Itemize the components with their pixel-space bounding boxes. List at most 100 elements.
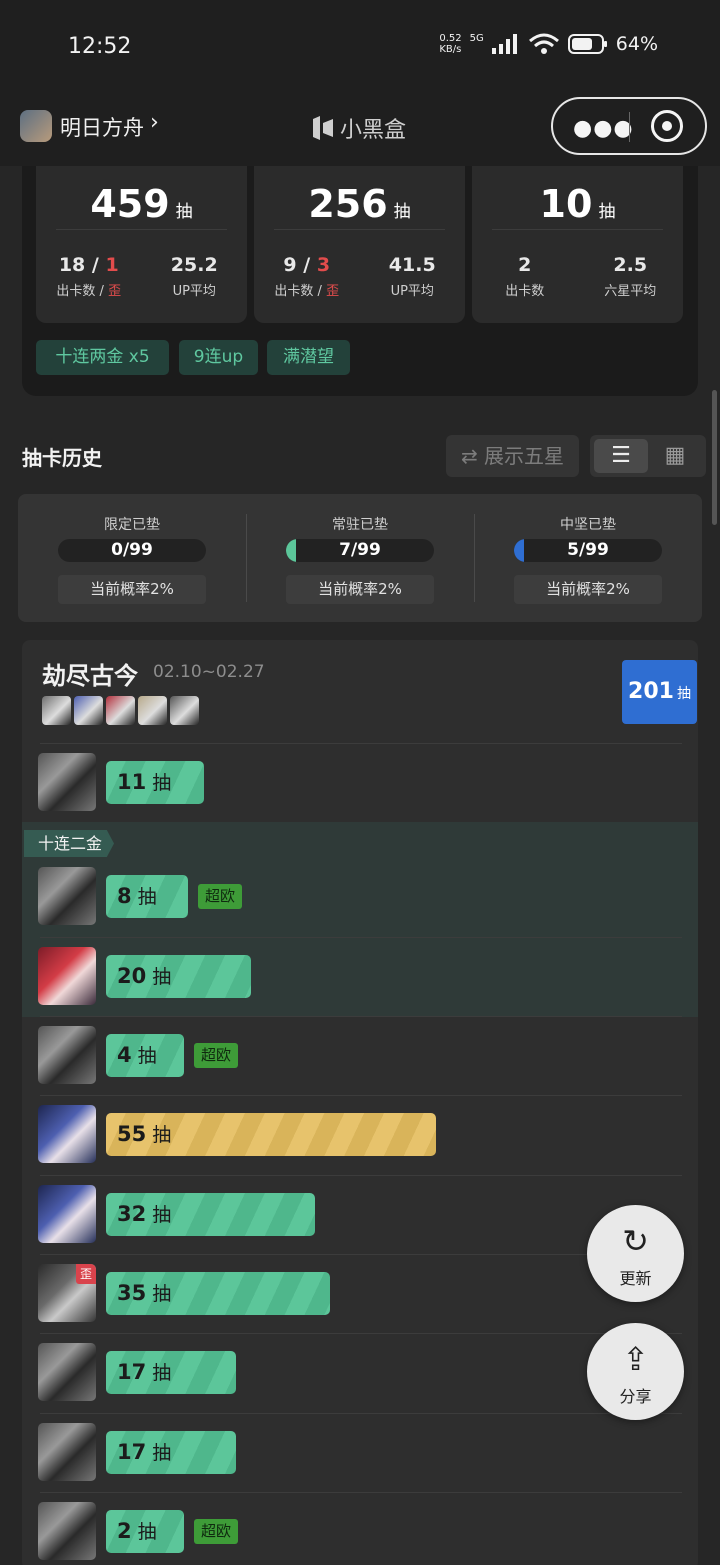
operator-avatar — [38, 753, 96, 811]
banner-operator-avatar — [42, 696, 71, 725]
pull-count-bar: 32 抽 — [106, 1193, 315, 1236]
app-avatar[interactable] — [20, 110, 52, 142]
row-divider — [40, 1492, 682, 1493]
row-divider — [40, 1413, 682, 1414]
brand-name: 小黑盒 — [340, 118, 407, 143]
wai-badge: 歪 — [76, 1264, 96, 1284]
operator-avatar — [38, 1343, 96, 1401]
battery-icon — [567, 34, 607, 54]
pull-row[interactable]: 11 抽 — [22, 743, 682, 822]
row-divider — [40, 1095, 682, 1096]
operator-avatar: 歪 — [38, 1264, 96, 1322]
operator-avatar — [38, 1423, 96, 1481]
network-type: 5G — [469, 33, 484, 44]
show-five-star-toggle[interactable]: ⇄ 展示五星 — [446, 435, 579, 477]
stat-divider — [56, 229, 227, 230]
banner-total-badge: 201 抽 — [622, 660, 697, 724]
stat-average: 2.5 六星平均 — [604, 254, 657, 299]
row-divider — [40, 1016, 682, 1017]
pull-count-bar: 20 抽 — [106, 955, 251, 998]
stat-count: 18 / 1 出卡数 / 歪 — [56, 254, 122, 299]
pull-row[interactable]: 2 抽超欧 — [22, 1492, 682, 1565]
stat-divider — [492, 229, 663, 230]
pity-label: 中坚已垫 — [560, 517, 616, 533]
signal-icon — [491, 34, 517, 54]
capsule-divider — [629, 112, 630, 142]
achievement-tag: 满潜望 — [267, 340, 350, 375]
stat-total: 10 抽 — [539, 182, 616, 226]
stat-divider — [274, 229, 445, 230]
pity-divider — [246, 514, 247, 602]
lucky-badge: 超欧 — [198, 884, 243, 909]
stat-average: 25.2 UP平均 — [170, 254, 218, 299]
pull-count-bar: 17 抽 — [106, 1351, 236, 1394]
pity-label: 常驻已垫 — [332, 517, 388, 533]
achievement-tag: 9连up — [179, 340, 258, 375]
status-icons: 0.52 KB/s 5G 64% — [439, 33, 658, 55]
pull-row[interactable]: 17 抽 — [22, 1413, 682, 1492]
stat-total: 459 抽 — [90, 182, 193, 226]
share-icon: ⇪ — [622, 1340, 649, 1378]
banner-dates: 02.10~02.27 — [153, 662, 265, 682]
pull-row[interactable]: 8 抽超欧 — [22, 857, 682, 936]
view-switch: ☰ ▦ — [590, 435, 706, 477]
share-button[interactable]: ⇪ 分享 — [587, 1323, 684, 1420]
status-time: 12:52 — [68, 34, 132, 59]
pity-value: 0/99 — [111, 540, 153, 560]
operator-avatar — [38, 1105, 96, 1163]
row-divider — [40, 743, 682, 744]
pity-value: 7/99 — [339, 540, 381, 560]
pull-row[interactable]: 4 抽超欧 — [22, 1016, 682, 1095]
row-divider — [40, 1175, 682, 1176]
pity-label: 限定已垫 — [104, 517, 160, 533]
pull-row[interactable]: 32 抽 — [22, 1175, 682, 1254]
close-target-icon[interactable] — [651, 110, 683, 142]
pull-count-bar: 4抽 — [106, 1034, 184, 1077]
banner-name: 劫尽古今 — [42, 662, 138, 690]
refresh-icon: ↻ — [622, 1222, 649, 1260]
scrollbar[interactable] — [712, 390, 717, 525]
history-title: 抽卡历史 — [22, 446, 102, 470]
operator-avatar — [38, 867, 96, 925]
pull-count-bar: 35 抽 — [106, 1272, 330, 1315]
pull-count-bar: 11 抽 — [106, 761, 204, 804]
stat-box: 459 抽 18 / 1 出卡数 / 歪 25.2 UP平均 — [36, 166, 247, 323]
net-speed: 0.52 KB/s — [439, 33, 462, 55]
pull-row[interactable]: 20 抽 — [22, 937, 682, 1016]
refresh-button[interactable]: ↻ 更新 — [587, 1205, 684, 1302]
lucky-badge: 超欧 — [194, 1043, 239, 1068]
lucky-badge: 超欧 — [194, 1519, 239, 1544]
list-view-icon[interactable]: ☰ — [594, 439, 648, 473]
achievement-tag: 十连两金 x5 — [36, 340, 169, 375]
wifi-icon — [528, 33, 559, 54]
stat-total: 256 抽 — [308, 182, 411, 226]
pity-rate: 当前概率2% — [514, 575, 662, 604]
stat-average: 41.5 UP平均 — [388, 254, 436, 299]
row-divider — [40, 1333, 682, 1334]
banner-operator-avatar — [170, 696, 199, 725]
operator-avatar — [38, 1185, 96, 1243]
brand-logo: 小黑盒 — [310, 112, 406, 144]
pity-rate: 当前概率2% — [58, 575, 206, 604]
pull-row[interactable]: 歪 35 抽 — [22, 1254, 682, 1333]
pull-row[interactable]: 17 抽 — [22, 1333, 682, 1412]
pity-rate: 当前概率2% — [286, 575, 434, 604]
operator-avatar — [38, 1502, 96, 1560]
stat-box: 256 抽 9 / 3 出卡数 / 歪 41.5 UP平均 — [254, 166, 465, 323]
banner-operator-avatar — [106, 696, 135, 725]
stat-box: 10 抽 2 出卡数 2.5 六星平均 — [472, 166, 683, 323]
row-divider — [40, 937, 682, 938]
ten-pull-label: 十连二金 — [24, 830, 115, 857]
pull-row[interactable]: 55 抽 — [22, 1095, 682, 1174]
pull-count-bar: 8抽 — [106, 875, 188, 918]
banner-operator-avatar — [74, 696, 103, 725]
app-name[interactable]: 明日方舟 — [60, 112, 144, 142]
operator-avatar — [38, 947, 96, 1005]
more-icon[interactable]: ●●● — [573, 116, 634, 141]
pity-column: 常驻已垫 7/99 当前概率2% — [246, 494, 474, 622]
battery-percent: 64% — [615, 33, 658, 55]
pity-divider — [474, 514, 475, 602]
chevron-right-icon[interactable]: › — [150, 110, 159, 135]
grid-view-icon[interactable]: ▦ — [648, 439, 702, 473]
pity-column: 中坚已垫 5/99 当前概率2% — [474, 494, 702, 622]
